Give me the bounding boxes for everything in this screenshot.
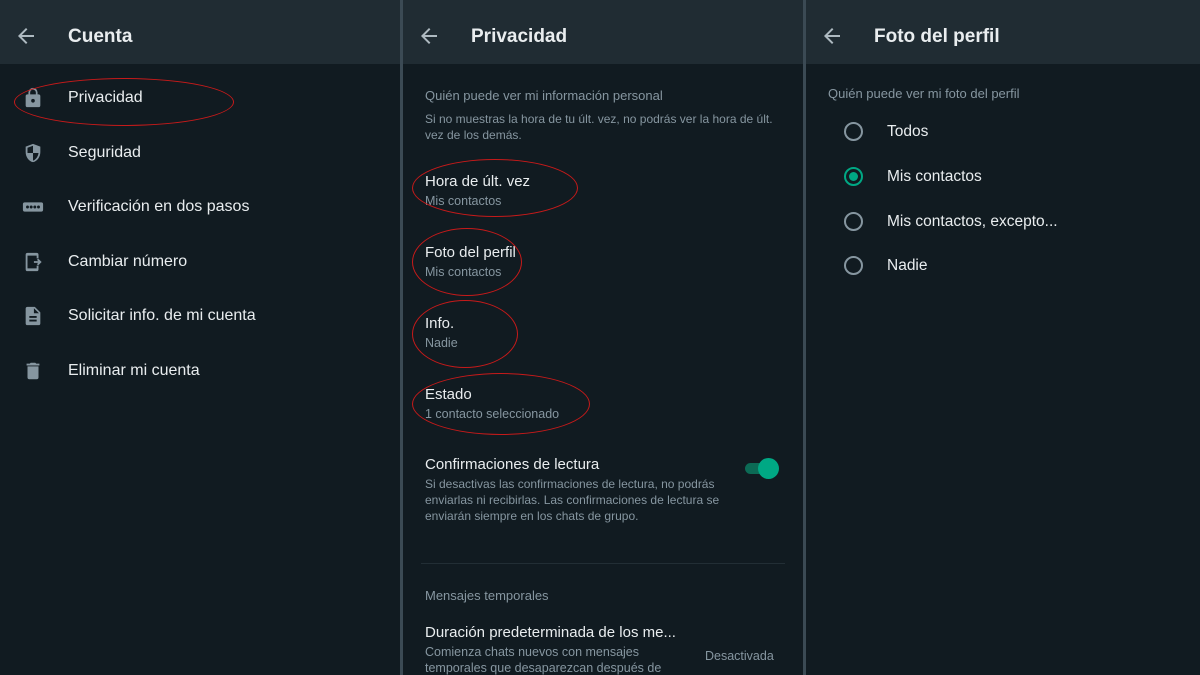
setting-value: Mis contactos xyxy=(425,194,502,208)
section-divider xyxy=(421,563,785,564)
menu-item-privacy[interactable]: Privacidad xyxy=(0,72,400,126)
setting-title: Foto del perfil xyxy=(425,244,516,261)
privacy-header: Privacidad xyxy=(403,0,803,64)
lock-icon xyxy=(25,87,41,108)
setting-title: Duración predeterminada de los me... xyxy=(425,624,676,641)
radio-option-my-contacts[interactable]: Mis contactos xyxy=(806,157,1200,197)
setting-value: Desactivada xyxy=(705,649,774,663)
setting-title: Confirmaciones de lectura xyxy=(425,456,600,473)
dots-password-icon xyxy=(22,202,44,212)
setting-about[interactable]: Info. Nadie xyxy=(403,315,803,359)
setting-read-receipts[interactable]: Confirmaciones de lectura Si desactivas … xyxy=(403,456,803,546)
account-header: Cuenta xyxy=(0,0,400,64)
menu-item-delete-account[interactable]: Eliminar mi cuenta xyxy=(0,345,400,399)
setting-disappearing-messages[interactable]: Duración predeterminada de los me... Com… xyxy=(403,624,803,675)
menu-item-label: Solicitar info. de mi cuenta xyxy=(68,307,256,324)
menu-item-label: Cambiar número xyxy=(68,253,188,270)
radio-option-nobody[interactable]: Nadie xyxy=(806,246,1200,286)
radio-option-contacts-except[interactable]: Mis contactos, excepto... xyxy=(806,202,1200,242)
setting-title: Hora de últ. vez xyxy=(425,173,531,190)
setting-title: Info. xyxy=(425,315,455,332)
section-description: Si no muestras la hora de tu últ. vez, n… xyxy=(425,112,773,142)
account-panel: Cuenta Privacidad Seguridad Verificación… xyxy=(0,0,400,675)
menu-item-label: Seguridad xyxy=(68,144,141,161)
page-title: Cuenta xyxy=(68,26,133,47)
radio-option-everyone[interactable]: Todos xyxy=(806,112,1200,152)
menu-item-change-number[interactable]: Cambiar número xyxy=(0,236,400,290)
radio-button[interactable] xyxy=(844,212,863,231)
setting-title: Estado xyxy=(425,386,472,403)
radio-button[interactable] xyxy=(844,256,863,275)
setting-value: Mis contactos xyxy=(425,265,502,279)
menu-item-request-info[interactable]: Solicitar info. de mi cuenta xyxy=(0,290,400,344)
read-receipts-toggle[interactable] xyxy=(743,458,779,479)
menu-item-label: Privacidad xyxy=(68,89,143,106)
radio-button[interactable] xyxy=(844,122,863,141)
radio-label: Todos xyxy=(887,123,929,140)
menu-item-label: Eliminar mi cuenta xyxy=(68,362,200,379)
back-arrow-icon[interactable] xyxy=(820,24,844,48)
section-header: Quién puede ver mi foto del perfil xyxy=(828,86,1020,101)
radio-label: Nadie xyxy=(887,257,928,274)
radio-button-selected[interactable] xyxy=(844,167,863,186)
phone-change-icon xyxy=(25,252,42,272)
section-header: Mensajes temporales xyxy=(425,588,549,603)
menu-item-two-step[interactable]: Verificación en dos pasos xyxy=(0,181,400,235)
setting-description: Si desactivas las confirmaciones de lect… xyxy=(425,477,720,523)
setting-last-seen[interactable]: Hora de últ. vez Mis contactos xyxy=(403,173,803,217)
page-title: Privacidad xyxy=(471,26,568,47)
toggle-knob xyxy=(758,458,779,479)
section-header: Quién puede ver mi información personal xyxy=(425,88,663,103)
setting-value: Nadie xyxy=(425,336,458,350)
profile-photo-header: Foto del perfil xyxy=(806,0,1200,64)
radio-label: Mis contactos, excepto... xyxy=(887,213,1058,230)
setting-value: 1 contacto seleccionado xyxy=(425,407,560,421)
setting-description: Comienza chats nuevos con mensajes tempo… xyxy=(425,645,662,675)
page-title: Foto del perfil xyxy=(874,26,1000,47)
radio-label: Mis contactos xyxy=(887,168,982,185)
document-icon xyxy=(25,306,41,326)
trash-icon xyxy=(26,362,40,380)
back-arrow-icon[interactable] xyxy=(14,24,38,48)
profile-photo-panel: Foto del perfil Quién puede ver mi foto … xyxy=(806,0,1200,675)
privacy-panel: Privacidad Quién puede ver mi informació… xyxy=(403,0,803,675)
menu-item-security[interactable]: Seguridad xyxy=(0,127,400,181)
setting-status[interactable]: Estado 1 contacto seleccionado xyxy=(403,386,803,430)
back-arrow-icon[interactable] xyxy=(417,24,441,48)
menu-item-label: Verificación en dos pasos xyxy=(68,198,250,215)
shield-icon xyxy=(25,143,41,163)
setting-profile-photo[interactable]: Foto del perfil Mis contactos xyxy=(403,244,803,288)
